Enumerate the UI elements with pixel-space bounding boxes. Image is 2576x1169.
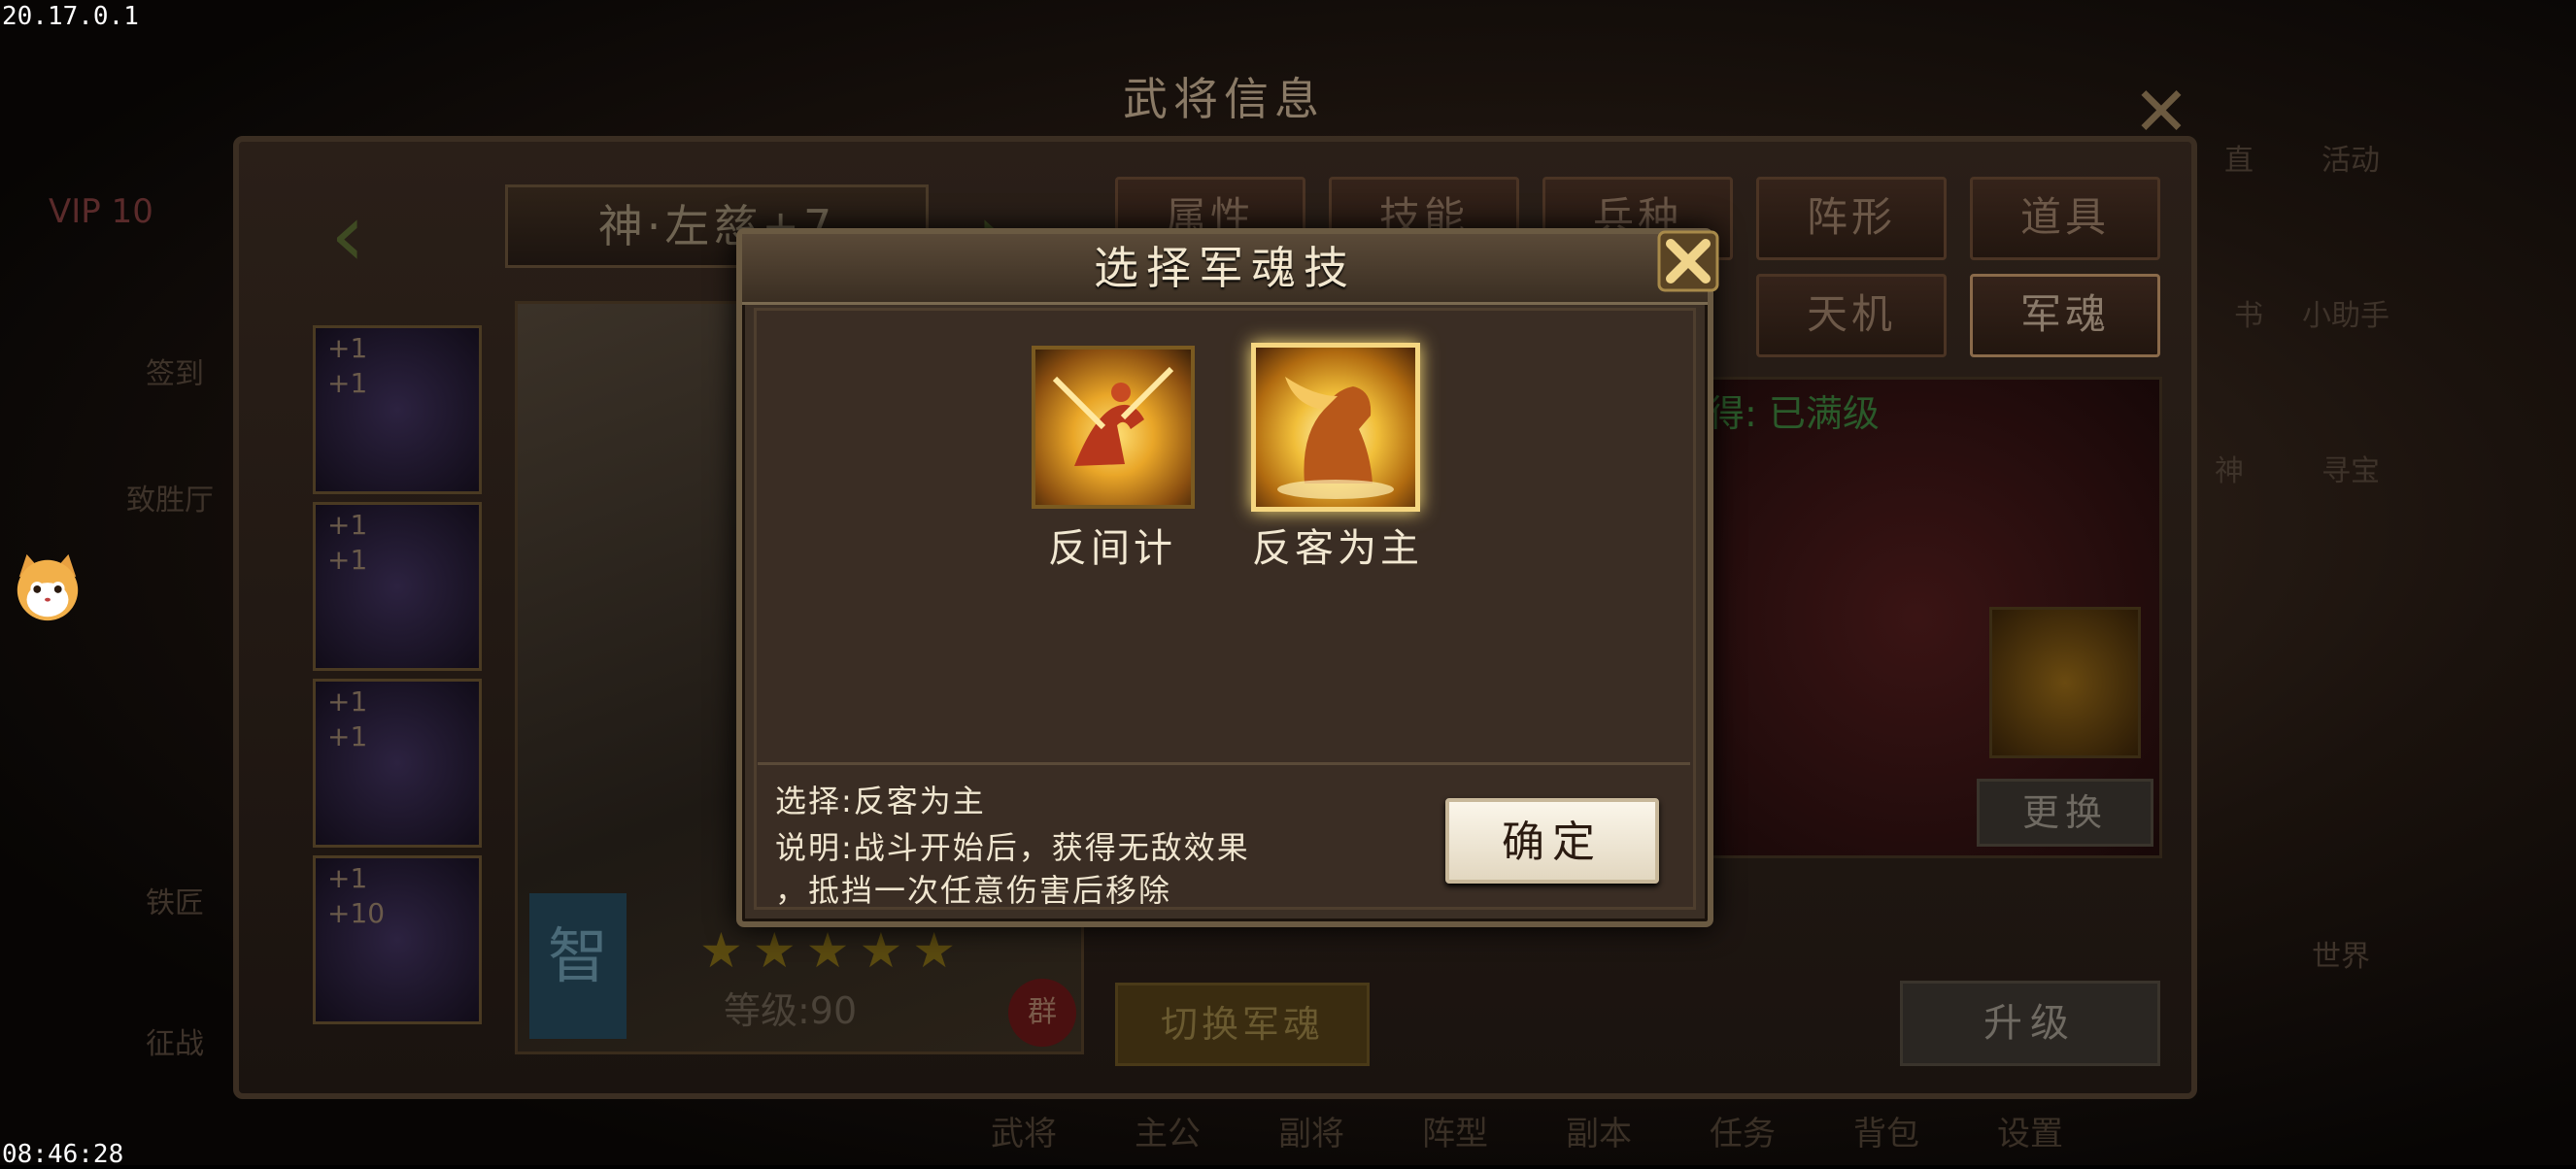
- bottom-nav: 武将 主公 副将 阵型 副本 任务 背包 设置: [991, 1107, 2448, 1155]
- side-label-smith[interactable]: 铁匠: [146, 879, 204, 921]
- side-label-world[interactable]: 世界: [2312, 932, 2370, 975]
- confirm-button[interactable]: 确定: [1445, 798, 1659, 884]
- upgrade-button[interactable]: 升级: [1900, 981, 2160, 1066]
- dialog-header: 选择军魂技: [742, 234, 1708, 305]
- equip-level: +10: [327, 897, 386, 929]
- nav-item[interactable]: 武将: [991, 1107, 1057, 1155]
- page-title: 武将信息: [1123, 73, 1325, 125]
- faction-badge: 群: [1008, 979, 1076, 1047]
- equip-level: +1: [327, 544, 368, 576]
- previous-hero-arrow-icon[interactable]: ‹: [330, 184, 365, 286]
- cloaked-figure-icon: [1277, 377, 1394, 499]
- skill-name: 反间计: [1048, 526, 1176, 571]
- skill-description-continued: ，抵挡一次任意伤害后移除: [775, 872, 1172, 909]
- side-label-helper[interactable]: 小助手: [2302, 291, 2390, 334]
- side-label-signin[interactable]: 签到: [146, 350, 204, 392]
- nav-item[interactable]: 背包: [1853, 1107, 1919, 1155]
- equip-level: +1: [327, 685, 368, 718]
- equip-level: +1: [327, 720, 368, 752]
- equip-slot[interactable]: +1 +1: [313, 679, 482, 848]
- equip-slot[interactable]: +1 +1: [313, 325, 482, 494]
- skill-name: 反客为主: [1252, 526, 1423, 571]
- version-text: 20.17.0.1: [2, 2, 139, 31]
- skill-fanjianji-icon[interactable]: [1032, 346, 1195, 509]
- nav-item[interactable]: 主公: [1135, 1107, 1201, 1155]
- close-icon[interactable]: [1649, 222, 1727, 300]
- nav-item[interactable]: 任务: [1710, 1107, 1776, 1155]
- horse-warrior-icon: [1052, 366, 1174, 466]
- skill-fankeweizhu-icon[interactable]: [1251, 343, 1420, 512]
- panel-close-icon[interactable]: ✕: [2127, 78, 2195, 146]
- tab-tianji[interactable]: 天机: [1756, 274, 1947, 357]
- side-label-book[interactable]: 书: [2234, 291, 2263, 334]
- side-label-activity[interactable]: 活动: [2322, 136, 2380, 179]
- star-rating: ★★★★★: [699, 922, 966, 979]
- current-soul-skill-icon: [1989, 607, 2141, 758]
- side-label-god[interactable]: 神: [2215, 447, 2244, 489]
- tab-army-soul[interactable]: 军魂: [1970, 274, 2160, 357]
- tab-items[interactable]: 道具: [1970, 177, 2160, 260]
- side-label-right[interactable]: 直: [2224, 136, 2254, 179]
- equip-slot[interactable]: +1 +1: [313, 502, 482, 671]
- replace-button[interactable]: 更换: [1977, 779, 2153, 847]
- side-label-hall[interactable]: 致胜厅: [126, 476, 214, 518]
- class-badge: 智: [529, 893, 627, 1039]
- nav-item[interactable]: 设置: [1997, 1107, 2063, 1155]
- equip-level: +1: [327, 367, 368, 399]
- hero-level: 等级:90: [724, 989, 858, 1032]
- equip-level: +1: [327, 862, 368, 894]
- equip-level: +1: [327, 509, 368, 541]
- nav-item[interactable]: 副本: [1566, 1107, 1632, 1155]
- page-title-bar: 武将信息: [923, 60, 1525, 138]
- side-label-campaign[interactable]: 征战: [146, 1019, 204, 1062]
- skill-description: 说明:战斗开始后，获得无敌效果: [775, 829, 1250, 866]
- nav-item[interactable]: 副将: [1278, 1107, 1344, 1155]
- divider: [758, 762, 1690, 765]
- tab-formation[interactable]: 阵形: [1756, 177, 1947, 260]
- side-label-treasure[interactable]: 寻宝: [2322, 447, 2380, 489]
- dialog-title: 选择军魂技: [1094, 242, 1356, 294]
- nav-item[interactable]: 阵型: [1422, 1107, 1488, 1155]
- selected-skill-text: 选择:反客为主: [775, 783, 986, 819]
- equip-level: +1: [327, 332, 368, 364]
- floating-cat-assistant-icon[interactable]: [10, 549, 85, 624]
- vip-badge: VIP 10: [49, 192, 153, 231]
- switch-soul-button[interactable]: 切换军魂: [1115, 983, 1370, 1066]
- equip-slot[interactable]: +1 +10: [313, 855, 482, 1024]
